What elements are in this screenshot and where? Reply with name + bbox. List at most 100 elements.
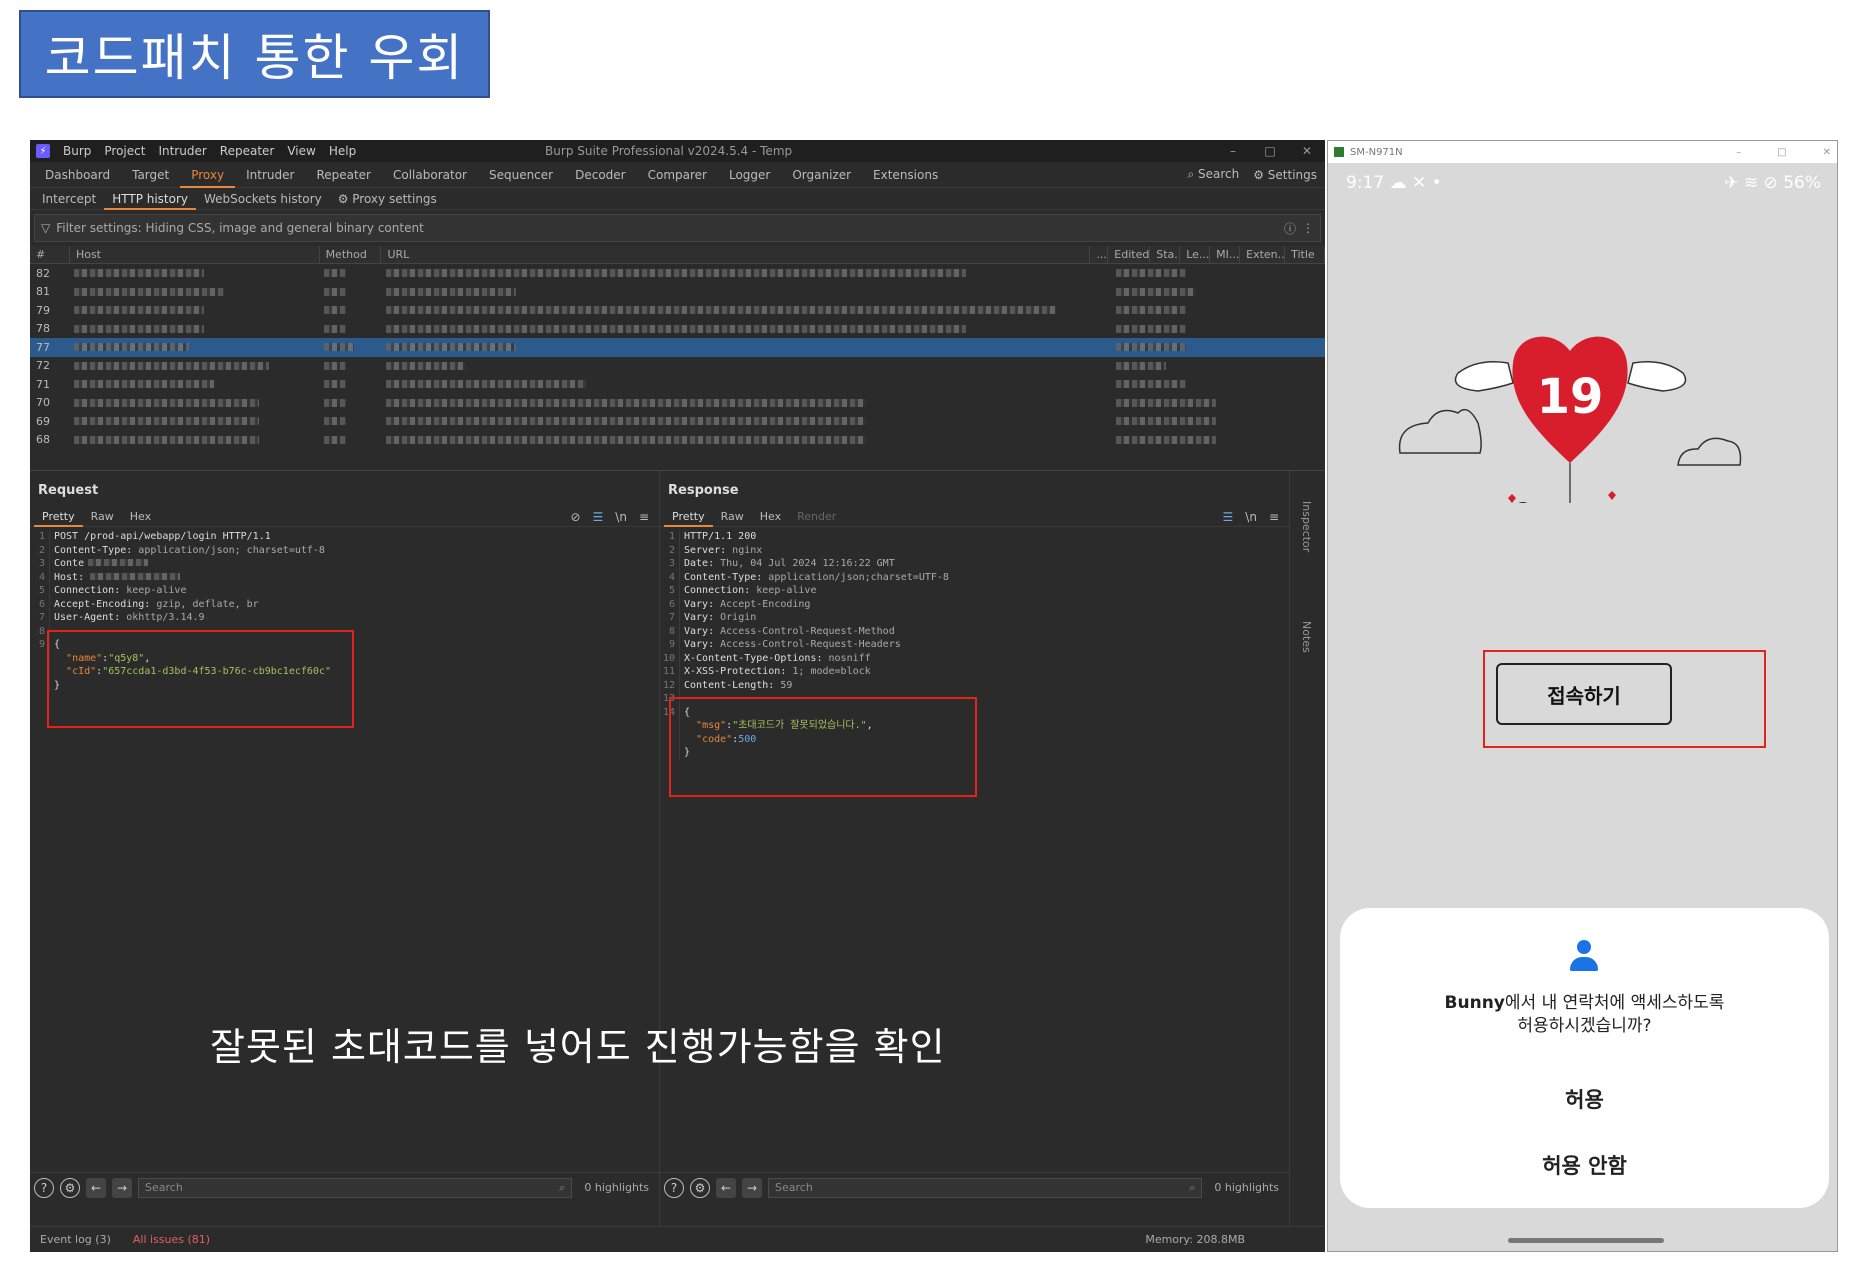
menu-icon[interactable]: ≡ <box>1269 510 1279 524</box>
menu-burp[interactable]: Burp <box>63 144 91 158</box>
permission-dialog: Bunny에서 내 연락처에 액세스하도록 허용하시겠습니까? 허용 허용 안함 <box>1340 908 1829 1208</box>
request-search-input[interactable]: Search ⌕ <box>138 1177 573 1198</box>
tab-raw[interactable]: Raw <box>713 507 752 527</box>
wrap-icon[interactable]: ☰ <box>1223 510 1234 524</box>
phone-status-bar: 9:17 ☁ ✕ • ✈ ≋ ⊘ 56% <box>1328 163 1837 203</box>
col-more[interactable]: ... <box>1090 245 1109 264</box>
tab-proxy[interactable]: Proxy <box>180 162 236 188</box>
menu-icon[interactable]: ≡ <box>639 510 649 524</box>
tab-pretty[interactable]: Pretty <box>34 507 83 527</box>
col-mime[interactable]: MI... <box>1210 245 1241 264</box>
col-title[interactable]: Title <box>1285 245 1325 264</box>
menu-view[interactable]: View <box>287 144 315 158</box>
col-method[interactable]: Method <box>320 245 382 264</box>
code-line: 12 Content-Length: 59 <box>660 678 1289 692</box>
home-indicator[interactable] <box>1508 1238 1664 1243</box>
newline-icon[interactable]: \n <box>615 510 627 524</box>
col-extension[interactable]: Exten... <box>1240 245 1286 264</box>
gear-icon[interactable]: ⚙ <box>690 1177 710 1198</box>
proxy-settings-button[interactable]: ⚙ Proxy settings <box>330 188 445 210</box>
allow-button[interactable]: 허용 <box>1340 1084 1829 1114</box>
tab-hex[interactable]: Hex <box>122 507 159 527</box>
maximize-icon[interactable]: □ <box>1258 144 1282 158</box>
table-row[interactable]: 68 <box>30 431 1325 450</box>
settings-button[interactable]: ⚙ Settings <box>1253 168 1317 182</box>
minimize-icon[interactable]: – <box>1736 147 1741 158</box>
filter-bar[interactable]: ▽ Filter settings: Hiding CSS, image and… <box>34 214 1321 242</box>
table-row[interactable]: 79 <box>30 301 1325 320</box>
table-row[interactable]: 82 <box>30 264 1325 283</box>
tab-target[interactable]: Target <box>121 162 180 188</box>
tab-websockets-history[interactable]: WebSockets history <box>196 188 330 210</box>
gear-icon: ⚙ <box>337 191 353 206</box>
tab-raw[interactable]: Raw <box>83 507 122 527</box>
forward-arrow-icon[interactable]: → <box>742 1177 762 1198</box>
tab-dashboard[interactable]: Dashboard <box>34 162 121 188</box>
history-rows: 82 81 79 78 77 72 71 70 69 68 <box>30 264 1325 449</box>
tab-organizer[interactable]: Organizer <box>781 162 862 188</box>
tab-decoder[interactable]: Decoder <box>564 162 637 188</box>
help-icon[interactable]: ? <box>664 1177 684 1198</box>
row-number: 68 <box>36 433 50 447</box>
response-search-input[interactable]: Search ⌕ <box>768 1177 1203 1198</box>
tab-render[interactable]: Render <box>789 507 844 527</box>
tab-pretty[interactable]: Pretty <box>664 507 713 527</box>
close-icon[interactable]: ✕ <box>1823 147 1831 158</box>
close-icon[interactable]: ✕ <box>1295 144 1319 158</box>
tab-extensions[interactable]: Extensions <box>862 162 949 188</box>
help-icon[interactable]: ? <box>34 1177 54 1198</box>
forward-arrow-icon[interactable]: → <box>112 1177 132 1198</box>
table-row-selected[interactable]: 77 <box>30 338 1325 357</box>
response-pane: Response Pretty Raw Hex Render ☰ \n ≡ 1H… <box>660 471 1290 1230</box>
minimize-icon[interactable]: – <box>1221 144 1245 158</box>
table-row[interactable]: 71 <box>30 375 1325 394</box>
menu-help[interactable]: Help <box>329 144 356 158</box>
maximize-icon[interactable]: □ <box>1777 147 1786 158</box>
tab-comparer[interactable]: Comparer <box>637 162 718 188</box>
deny-button[interactable]: 허용 안함 <box>1340 1150 1829 1180</box>
event-log-button[interactable]: Event log (3) <box>40 1233 111 1246</box>
menu-intruder[interactable]: Intruder <box>158 144 206 158</box>
col-status[interactable]: Sta... <box>1150 245 1181 264</box>
search-button[interactable]: ⌕ Search <box>1187 167 1239 182</box>
phone-titlebar: SM-N971N – □ ✕ <box>1328 141 1837 163</box>
col-host[interactable]: Host <box>70 245 320 264</box>
hide-icon[interactable]: ⊘ <box>570 510 580 524</box>
tab-collaborator[interactable]: Collaborator <box>382 162 478 188</box>
all-issues-button[interactable]: All issues (81) <box>133 1233 210 1246</box>
tab-repeater[interactable]: Repeater <box>305 162 382 188</box>
col-length[interactable]: Le... <box>1180 245 1211 264</box>
table-row[interactable]: 69 <box>30 412 1325 431</box>
table-row[interactable]: 81 <box>30 283 1325 302</box>
table-row[interactable]: 72 <box>30 357 1325 376</box>
newline-icon[interactable]: \n <box>1245 510 1257 524</box>
help-icon[interactable]: ⓘ <box>1284 220 1296 237</box>
tab-intruder[interactable]: Intruder <box>235 162 305 188</box>
highlight-box-connect <box>1483 650 1766 748</box>
tab-hex[interactable]: Hex <box>752 507 789 527</box>
table-row[interactable]: 78 <box>30 320 1325 339</box>
tab-logger[interactable]: Logger <box>718 162 781 188</box>
tab-http-history[interactable]: HTTP history <box>104 188 197 210</box>
back-arrow-icon[interactable]: ← <box>86 1177 106 1198</box>
table-row[interactable]: 70 <box>30 394 1325 413</box>
wrap-icon[interactable]: ☰ <box>593 510 604 524</box>
row-number: 78 <box>36 322 50 336</box>
app-name: Bunny <box>1444 993 1505 1013</box>
code-line: 1 POST /prod-api/webapp/login HTTP/1.1 <box>30 530 659 544</box>
col-edited[interactable]: Edited <box>1108 245 1151 264</box>
more-icon[interactable]: ⋮ <box>1302 221 1314 235</box>
col-url[interactable]: URL <box>381 245 1091 264</box>
code-line: 3 Conte <box>30 557 659 571</box>
menu-project[interactable]: Project <box>104 144 145 158</box>
inspector-tab[interactable]: Inspector <box>1300 501 1313 552</box>
cloud-icon: ☁ ✕ • <box>1389 173 1442 193</box>
tab-intercept[interactable]: Intercept <box>34 188 104 210</box>
col-number[interactable]: # <box>30 245 70 264</box>
code-line: 8 Vary: Access-Control-Request-Method <box>660 624 1289 638</box>
gear-icon[interactable]: ⚙ <box>60 1177 80 1198</box>
menu-repeater[interactable]: Repeater <box>220 144 275 158</box>
notes-tab[interactable]: Notes <box>1300 621 1313 653</box>
back-arrow-icon[interactable]: ← <box>716 1177 736 1198</box>
tab-sequencer[interactable]: Sequencer <box>478 162 564 188</box>
